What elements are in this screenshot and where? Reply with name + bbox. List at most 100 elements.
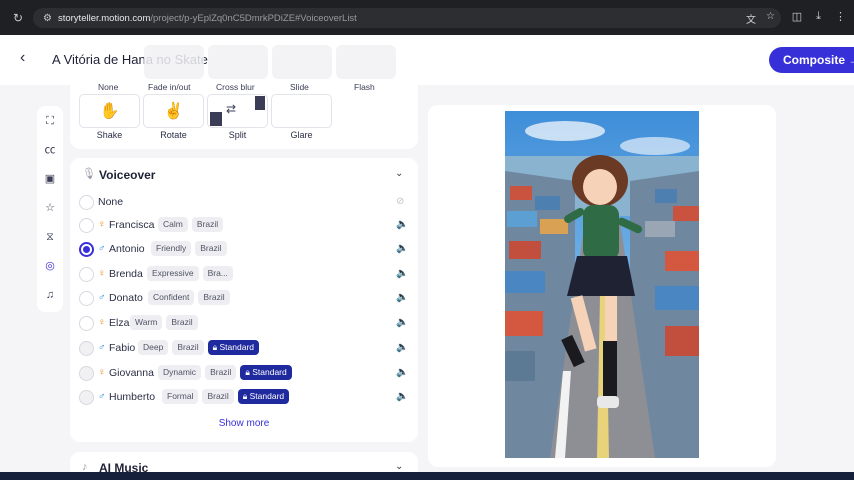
voice-option-giovanna[interactable]: ♀ Giovanna Dynamic Brazil 🔒︎ Standard 🔈	[78, 364, 410, 384]
radio[interactable]	[79, 390, 94, 405]
transition-rotate[interactable]: ✌	[143, 94, 204, 128]
speaker-icon[interactable]: 🔈	[396, 219, 408, 230]
tag: Dynamic	[158, 365, 202, 380]
reload-icon[interactable]: ↻	[8, 11, 28, 25]
radio[interactable]	[79, 291, 94, 306]
voice-name: None	[98, 196, 124, 208]
show-more-link[interactable]: Show more	[70, 418, 418, 429]
radio[interactable]	[79, 195, 94, 210]
tag: Warm	[130, 315, 163, 330]
female-icon: ♀	[98, 219, 106, 230]
lock-icon: 🔒︎	[212, 342, 218, 352]
voice-option-fabio[interactable]: ♂ Fabio Deep Brazil 🔒︎ Standard 🔈	[78, 339, 410, 359]
voice-option-donato[interactable]: ♂ Donato Confident Brazil 🔈	[78, 289, 410, 309]
radio[interactable]	[79, 267, 94, 282]
voice-option-antonio[interactable]: ♂ Antonio Friendly Brazil 🔈	[78, 240, 410, 260]
transition-shake[interactable]: ✋	[79, 94, 140, 128]
voice-tags: Friendly Brazil	[151, 241, 227, 256]
scene-preview-image	[505, 111, 699, 458]
text-frame-icon[interactable]: ⛶	[41, 112, 59, 130]
radio[interactable]	[79, 218, 94, 233]
radio[interactable]	[79, 366, 94, 381]
scene-thumbnail[interactable]	[208, 45, 268, 79]
browser-toolbar: ↻ ⚙ storyteller.motion.com /project/p-yE…	[0, 0, 854, 35]
url-path: /project/p-yEplZq0nC5DmrkPDiZE#Voiceover…	[150, 12, 357, 24]
site-settings-icon[interactable]: ⚙	[43, 13, 52, 24]
voice-option-brenda[interactable]: ♀ Brenda Expressive Bra... 🔈	[78, 265, 410, 285]
male-icon: ♂	[98, 391, 106, 402]
menu-kebab-icon[interactable]: ⋮	[835, 10, 846, 23]
tag: Bra...	[202, 266, 233, 281]
download-icon[interactable]: ⤓	[816, 10, 821, 23]
speaker-icon[interactable]: 🔈	[396, 342, 408, 353]
scene-thumbnail[interactable]	[336, 45, 396, 79]
speaker-icon[interactable]: 🔈	[396, 317, 408, 328]
composite-label: Composite	[783, 53, 846, 67]
transition-label: Cross blur	[216, 82, 255, 92]
voice-option-elza[interactable]: ♀ Elza Warm Brazil 🔈	[78, 314, 410, 334]
voice-tags: Dynamic Brazil 🔒︎ Standard	[158, 365, 292, 380]
split-icon: ⇄	[208, 94, 267, 128]
speaker-icon[interactable]: 🔈	[396, 243, 408, 254]
tag: Confident	[148, 290, 195, 305]
voice-name: Fabio	[109, 342, 136, 354]
extensions-icon[interactable]: ◫	[792, 10, 802, 23]
shake-icon: ✋	[99, 103, 120, 120]
transition-tile-label: Rotate	[160, 130, 187, 140]
chevron-down-icon[interactable]: ⌄	[395, 168, 403, 179]
transition-tile-label: Split	[228, 130, 247, 140]
voice-tags: Expressive Bra...	[147, 266, 233, 281]
scene-thumbnail[interactable]	[144, 45, 204, 79]
arrow-right-icon: →	[848, 53, 854, 67]
music-icon[interactable]: ♫	[41, 286, 59, 304]
radio[interactable]	[79, 316, 94, 331]
image-icon[interactable]: ▣	[41, 170, 59, 188]
speaker-icon[interactable]: 🔈	[396, 391, 408, 402]
tag: Friendly	[151, 241, 192, 256]
tool-rail: ⛶ ㏄ ▣ ☆ ⧖ ◎ ♫	[37, 106, 63, 312]
standard-badge: 🔒︎ Standard	[207, 340, 259, 355]
transition-tile-label: Glare	[290, 130, 313, 140]
lock-icon: 🔒︎	[245, 367, 250, 377]
female-icon: ♀	[98, 317, 106, 328]
os-taskbar	[0, 472, 854, 480]
speaker-icon[interactable]: 🔈	[396, 268, 408, 279]
translate-icon[interactable]: 文	[746, 11, 756, 26]
tag: Calm	[158, 217, 188, 232]
voice-name: Donato	[109, 292, 143, 304]
voice-option-none[interactable]: None ⊘	[78, 193, 410, 213]
bookmark-star-icon[interactable]: ☆	[766, 11, 775, 26]
voice-tags: Warm Brazil	[130, 315, 198, 330]
microphone-icon[interactable]: ◎	[41, 257, 59, 275]
tag: Expressive	[147, 266, 199, 281]
transition-split[interactable]: ⇄	[207, 94, 268, 128]
captions-icon[interactable]: ㏄	[41, 141, 59, 159]
chevron-down-icon[interactable]: ⌄	[395, 461, 403, 472]
tag: Formal	[162, 389, 199, 404]
scene-thumbnail[interactable]	[272, 45, 332, 79]
app-header: ‹ A Vitória de Hana no Skate Composite →	[0, 35, 854, 85]
radio[interactable]	[79, 242, 94, 257]
radio[interactable]	[79, 341, 94, 356]
voice-option-humberto[interactable]: ♂ Humberto Formal Brazil 🔒︎ Standard 🔈	[78, 388, 410, 408]
tag: Brazil	[191, 217, 224, 232]
transition-glare[interactable]	[271, 94, 332, 128]
standard-label: Standard	[219, 342, 255, 352]
address-bar[interactable]: ⚙ storyteller.motion.com /project/p-yEpl…	[33, 8, 781, 28]
speaker-icon[interactable]: 🔈	[396, 367, 408, 378]
speaker-icon[interactable]: 🔈	[396, 292, 408, 303]
composite-button[interactable]: Composite →	[769, 47, 854, 73]
standard-badge: 🔒︎ Standard	[237, 389, 290, 404]
transition-label: Slide	[290, 82, 309, 92]
transition-label: Flash	[354, 82, 375, 92]
tag: Deep	[138, 340, 169, 355]
sparkle-icon[interactable]: ☆	[41, 199, 59, 217]
transition-label: None	[98, 82, 119, 92]
voice-tags: Formal Brazil 🔒︎ Standard	[162, 389, 290, 404]
transition-icon[interactable]: ⧖	[41, 228, 59, 246]
tag: Brazil	[198, 290, 230, 305]
voice-option-francisca[interactable]: ♀ Francisca Calm Brazil 🔈	[78, 216, 410, 236]
male-icon: ♂	[98, 243, 106, 254]
back-arrow-icon[interactable]: ‹	[20, 49, 38, 69]
tag: Brazil	[195, 241, 227, 256]
